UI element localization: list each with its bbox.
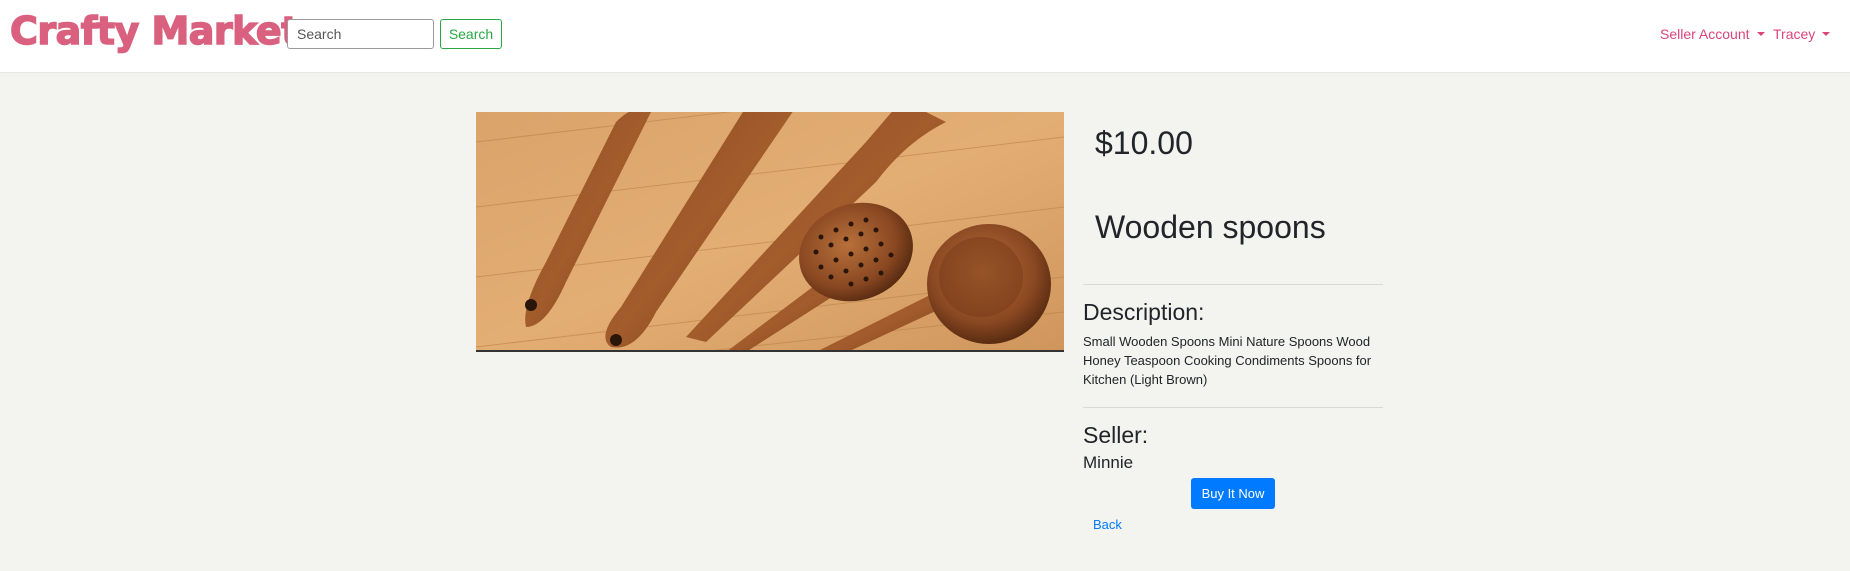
- description-heading: Description:: [1083, 299, 1205, 325]
- product-price: $10.00: [1095, 125, 1193, 161]
- user-name-label: Tracey: [1773, 26, 1816, 42]
- seller-account-dropdown[interactable]: Seller Account: [1660, 26, 1765, 42]
- seller-name: Minnie: [1083, 453, 1134, 472]
- search-button[interactable]: Search: [440, 19, 502, 49]
- buy-it-now-button[interactable]: Buy It Now: [1191, 478, 1275, 509]
- product-image: [476, 112, 1064, 352]
- divider: [1083, 284, 1383, 285]
- product-description: Small Wooden Spoons Mini Nature Spoons W…: [1083, 334, 1372, 387]
- product-title: Wooden spoons: [1095, 209, 1326, 245]
- seller-heading: Seller:: [1083, 422, 1149, 448]
- divider: [1083, 407, 1383, 408]
- navbar: Crafty Market Search Seller Account Trac…: [0, 0, 1850, 73]
- seller-account-label: Seller Account: [1660, 26, 1750, 42]
- brand-logo[interactable]: Crafty Market: [9, 8, 300, 54]
- search-input[interactable]: [287, 19, 434, 49]
- chevron-down-icon: [1756, 32, 1765, 36]
- back-link[interactable]: Back: [1093, 517, 1122, 532]
- user-dropdown[interactable]: Tracey: [1773, 26, 1831, 42]
- chevron-down-icon: [1822, 32, 1831, 36]
